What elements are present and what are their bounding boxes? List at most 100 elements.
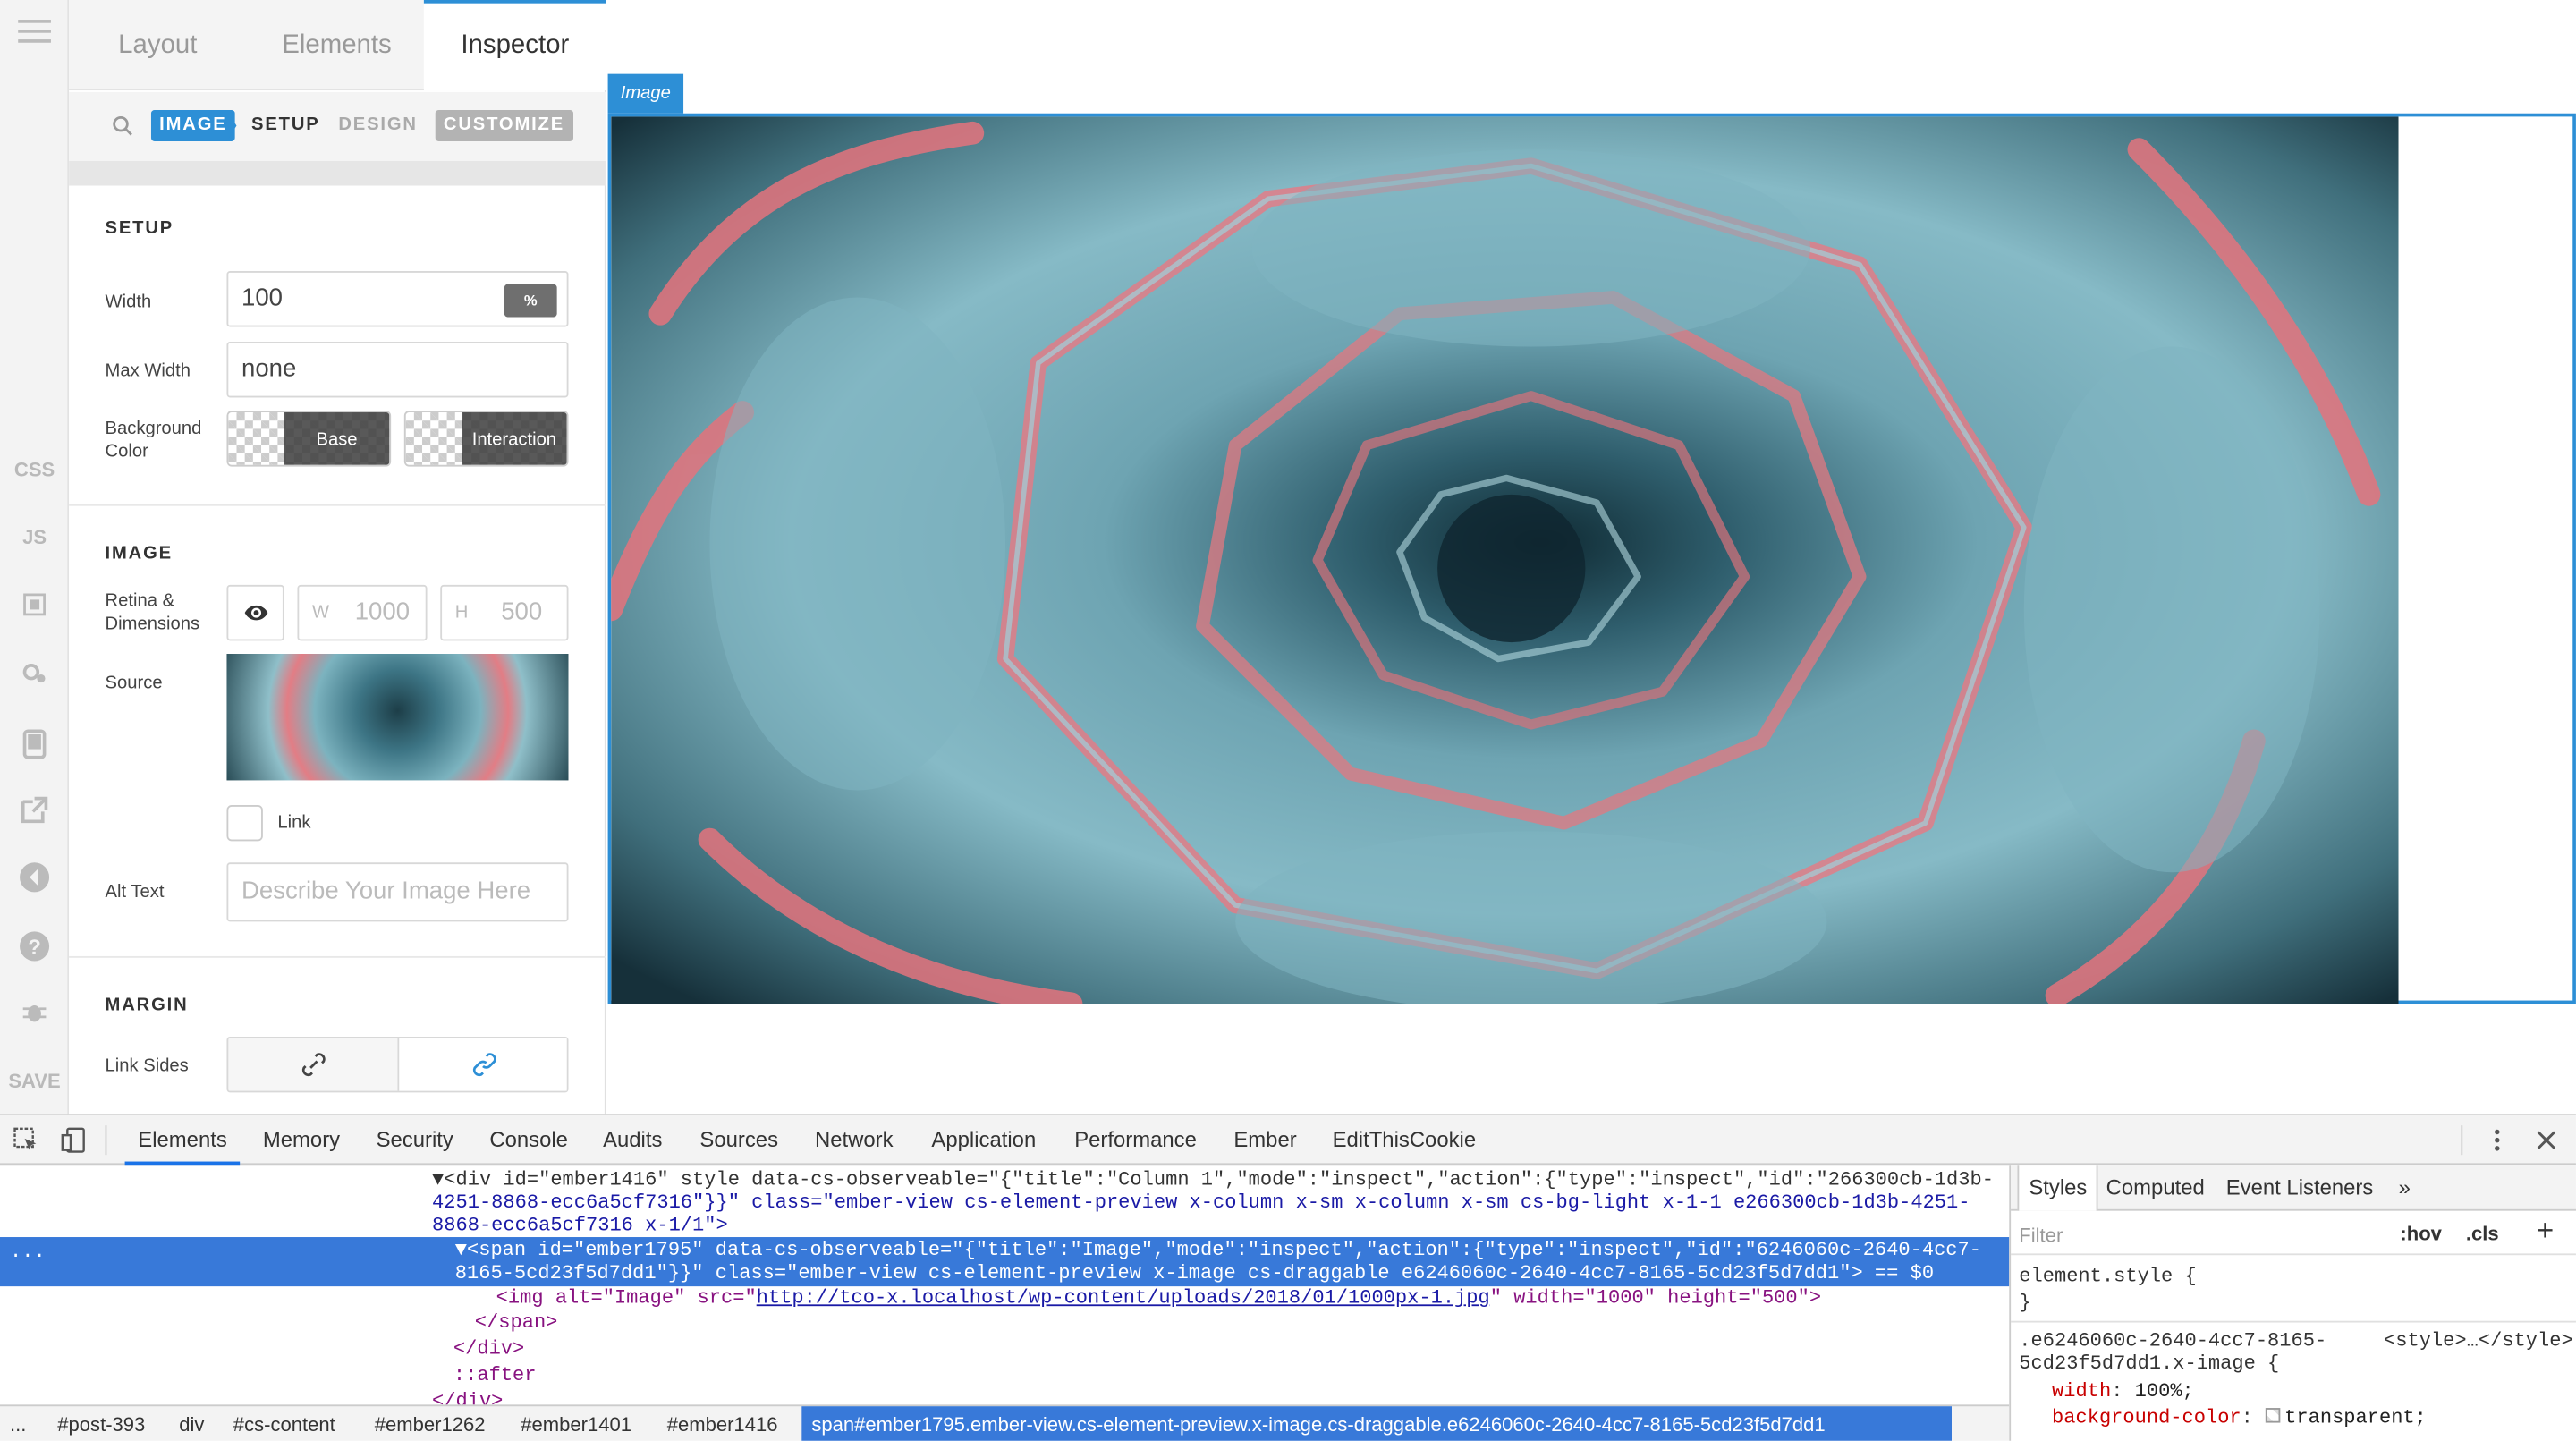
bug-icon[interactable]	[21, 999, 47, 1025]
left-rail: CSS JS ? SAVE	[0, 0, 70, 1115]
image-element-frame[interactable]	[607, 113, 2576, 1004]
hov-toggle[interactable]: :hov	[2400, 1223, 2442, 1246]
divider	[2011, 1253, 2576, 1256]
link-sides-label: Link Sides	[105, 1055, 189, 1077]
dom-line-img[interactable]: <img alt="Image" src="http://tco-x.local…	[496, 1286, 1821, 1310]
crumb-cs-content[interactable]: #cs-content	[233, 1406, 335, 1441]
inspector-panel: Layout Elements Inspector IMAGE SETUP DE…	[69, 0, 606, 1115]
source-image-thumbnail[interactable]	[226, 654, 569, 781]
tab-layout[interactable]: Layout	[69, 0, 246, 90]
js-button[interactable]: JS	[0, 526, 69, 549]
styles-tab-styles[interactable]: Styles	[2017, 1165, 2099, 1211]
tab-inspector[interactable]: Inspector	[423, 0, 606, 91]
dom-line-div-ember1416[interactable]: ▼<div id="ember1416" style data-cs-obser…	[432, 1168, 1994, 1191]
back-icon[interactable]	[18, 860, 51, 894]
width-unit-toggle[interactable]: %	[504, 284, 557, 318]
prop-width-value: 100%;	[2134, 1379, 2194, 1403]
retina-toggle[interactable]	[226, 584, 284, 641]
device-toolbar-icon[interactable]	[61, 1127, 87, 1153]
help-icon[interactable]: ?	[18, 930, 51, 963]
image-width-field[interactable]: W 1000	[297, 584, 428, 641]
save-button[interactable]: SAVE	[0, 1070, 69, 1093]
toolbar-divider	[2461, 1125, 2463, 1156]
devtools-panel: Elements Memory Security Console Audits …	[0, 1114, 2576, 1441]
image-height-field[interactable]: H 500	[440, 584, 569, 641]
css-button[interactable]: CSS	[0, 458, 69, 481]
styles-filter-input[interactable]: Filter	[2019, 1224, 2063, 1247]
expand-icon[interactable]	[21, 591, 47, 617]
max-width-field[interactable]: none	[226, 342, 569, 398]
bg-interaction-swatch[interactable]: Interaction	[403, 411, 569, 467]
succulent-image[interactable]	[611, 116, 2399, 1004]
devtools-tab-security[interactable]: Security	[377, 1115, 453, 1165]
dom-line-span-cont: 8165-5cd23f5d7dd1"}}" class="ember-view …	[454, 1261, 1935, 1285]
devtools-tab-ember[interactable]: Ember	[1233, 1115, 1296, 1165]
element-tag-label[interactable]: Image	[607, 73, 684, 114]
styles-tab-computed[interactable]: Computed	[2106, 1165, 2205, 1210]
dom-line-span-close[interactable]: </span>	[475, 1311, 558, 1335]
panel-tabs: Layout Elements Inspector	[69, 0, 606, 91]
styles-tab-event-listeners[interactable]: Event Listeners	[2226, 1165, 2374, 1210]
selected-dom-row[interactable]: ... ▼<span id="ember1795" data-cs-observ…	[0, 1237, 2010, 1287]
menu-icon[interactable]	[18, 20, 51, 43]
crumb-ember1401[interactable]: #ember1401	[521, 1406, 631, 1441]
rule-selector-1[interactable]: .e6246060c-2640-4cc7-8165-	[2019, 1329, 2326, 1352]
alt-text-field[interactable]: Describe Your Image Here	[226, 862, 569, 922]
crumb-div[interactable]: div	[179, 1406, 204, 1441]
inspect-element-icon[interactable]	[13, 1127, 39, 1153]
color-swatch-icon[interactable]	[2265, 1408, 2280, 1423]
cls-toggle[interactable]: .cls	[2466, 1223, 2499, 1246]
prop-width[interactable]: width: 100%;	[2052, 1380, 2194, 1403]
w-prefix: W	[311, 603, 330, 623]
dom-line-after[interactable]: ::after	[453, 1363, 537, 1386]
dom-line-span-ember1795: ▼<span id="ember1795" data-cs-observeabl…	[454, 1238, 1981, 1262]
dom-line-div-close-2[interactable]: </div>	[432, 1390, 503, 1405]
element-style-rule[interactable]: element.style {	[2019, 1265, 2196, 1288]
dom-line-div-close[interactable]: </div>	[453, 1337, 524, 1360]
device-icon[interactable]	[21, 729, 47, 759]
devtools-tab-audits[interactable]: Audits	[603, 1115, 662, 1165]
width-field[interactable]: 100 %	[226, 271, 569, 327]
subnav-customize[interactable]: CUSTOMIZE	[435, 110, 573, 141]
devtools-tab-network[interactable]: Network	[815, 1115, 894, 1165]
devtools-tab-performance[interactable]: Performance	[1074, 1115, 1197, 1165]
devtools-tab-sources[interactable]: Sources	[699, 1115, 778, 1165]
eye-icon	[244, 605, 268, 621]
settings-icon[interactable]	[21, 660, 47, 686]
devtools-tab-memory[interactable]: Memory	[263, 1115, 340, 1165]
link-checkbox[interactable]	[226, 804, 263, 842]
element-style-close: }	[2019, 1291, 2031, 1315]
styles-tab-more[interactable]: »	[2399, 1165, 2411, 1210]
search-icon[interactable]	[112, 115, 133, 137]
subnav-design[interactable]: DESIGN	[330, 110, 426, 141]
img-src-link[interactable]: http://tco-x.localhost/wp-content/upload…	[757, 1286, 1490, 1310]
crumb-ellipsis[interactable]: ...	[10, 1406, 26, 1441]
retina-label-2: Dimensions	[105, 614, 200, 634]
crumb-post[interactable]: #post-393	[57, 1406, 145, 1441]
external-link-icon[interactable]	[18, 793, 51, 826]
link-sides-button[interactable]	[399, 1038, 567, 1091]
badge-arrow	[226, 110, 237, 141]
crumb-ember1416[interactable]: #ember1416	[667, 1406, 778, 1441]
subnav-setup[interactable]: SETUP	[243, 110, 328, 141]
bg-base-swatch[interactable]: Base	[226, 411, 392, 467]
devtools-tab-application[interactable]: Application	[931, 1115, 1036, 1165]
bg-interaction-label: Interaction	[462, 412, 567, 465]
tab-elements[interactable]: Elements	[248, 0, 425, 90]
more-options-icon[interactable]	[2487, 1127, 2507, 1153]
crumb-ember1262[interactable]: #ember1262	[375, 1406, 486, 1441]
max-width-label: Max Width	[105, 361, 191, 382]
w-value: 1000	[354, 598, 411, 626]
width-value: 100	[241, 284, 283, 312]
devtools-tab-elements[interactable]: Elements	[124, 1115, 241, 1166]
close-devtools-icon[interactable]	[2535, 1129, 2558, 1152]
devtools-tab-console[interactable]: Console	[489, 1115, 568, 1165]
unlink-sides-button[interactable]	[228, 1038, 400, 1091]
new-style-rule-button[interactable]: +	[2537, 1214, 2554, 1249]
divider	[69, 504, 606, 506]
devtools-tab-editthiscookie[interactable]: EditThisCookie	[1333, 1115, 1477, 1165]
divider	[2011, 1320, 2576, 1323]
crumb-active-span[interactable]: span#ember1795.ember-view.cs-element-pre…	[801, 1406, 1952, 1441]
prop-background-color[interactable]: background-color: transparent;	[2052, 1406, 2427, 1429]
rule-source-link[interactable]: <style>…</style>	[2384, 1329, 2573, 1352]
